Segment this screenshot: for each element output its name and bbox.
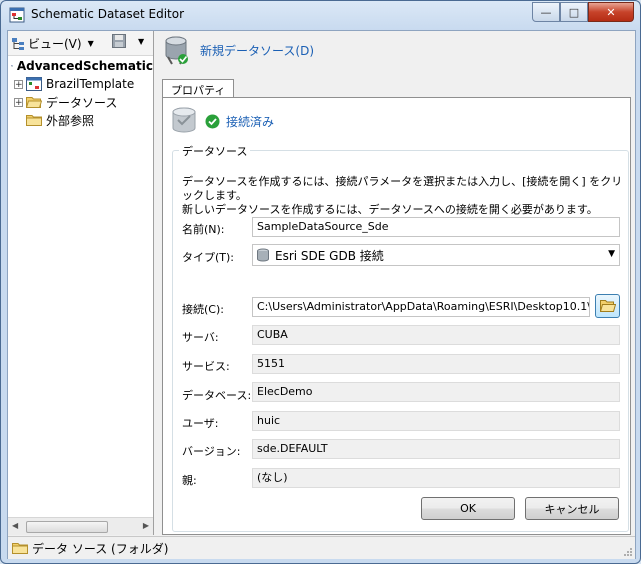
sde-database-icon [257, 248, 269, 262]
chevron-down-icon: ▼ [87, 39, 94, 48]
title-bar[interactable]: Schematic Dataset Editor — □ ✕ [1, 1, 640, 29]
view-menu-button[interactable]: ビュー(V) ▼ [12, 35, 94, 52]
connection-input[interactable]: C:\Users\Administrator\AppData\Roaming\E… [252, 297, 590, 317]
group-title: データソース [179, 143, 251, 159]
window-controls: — □ ✕ [532, 2, 634, 22]
view-menu-label: ビュー(V) [28, 37, 82, 51]
connection-label: 接続(C): [182, 303, 224, 316]
resize-grip-icon[interactable] [623, 547, 633, 557]
cancel-button[interactable]: キャンセル [525, 497, 619, 520]
tree-item-external-reference[interactable]: 外部参照 [8, 111, 153, 129]
tree-item-label: BrazilTemplate [46, 77, 135, 91]
name-input[interactable]: SampleDataSource_Sde [252, 217, 620, 237]
schematic-dataset-icon [11, 65, 13, 67]
version-field: sde.DEFAULT [252, 439, 620, 459]
tree-item-label: 外部参照 [46, 113, 95, 128]
type-select[interactable]: Esri SDE GDB 接続 ▼ [252, 244, 620, 266]
schematic-app-icon [9, 7, 25, 23]
server-field: CUBA [252, 325, 620, 345]
description-line-2: 新しいデータソースを作成するには、データソースへの接続を開く必要があります。 [182, 203, 598, 216]
service-label: サービス: [182, 360, 230, 373]
window-title: Schematic Dataset Editor [31, 7, 185, 21]
properties-pane: 新規データソース(D) プロパティ 接続済み データソース データソースを作成す… [156, 31, 635, 535]
database-icon [172, 107, 196, 133]
tree-view: AdvancedSchematic + BrazilTemplate + データ… [8, 57, 153, 129]
scroll-right-icon[interactable]: ▶ [143, 521, 149, 530]
parent-label: 親: [182, 474, 197, 487]
folder-open-icon [26, 97, 42, 108]
tree-root-label: AdvancedSchematic [16, 59, 153, 73]
scrollbar-thumb[interactable] [26, 521, 108, 533]
minimize-button[interactable]: — [532, 2, 560, 22]
save-icon[interactable] [112, 34, 126, 48]
folder-open-icon [599, 300, 616, 312]
close-button[interactable]: ✕ [588, 2, 634, 22]
service-field: 5151 [252, 354, 620, 374]
type-select-value: Esri SDE GDB 接続 [275, 248, 384, 263]
tree-pane: ビュー(V) ▼ ▼ AdvancedSchematic + BrazilTem… [8, 31, 154, 535]
version-label: バージョン: [182, 445, 241, 458]
connection-status-label: 接続済み [226, 114, 275, 129]
description-line-1: データソースを作成するには、接続パラメータを選択または入力し、[接続を開く] を… [182, 175, 623, 202]
connection-status: 接続済み [171, 106, 274, 136]
close-icon: ✕ [606, 5, 616, 19]
description: データソースを作成するには、接続パラメータを選択または入力し、[接続を開く] を… [182, 175, 627, 217]
user-label: ユーザ: [182, 417, 219, 430]
maximize-icon: □ [568, 5, 580, 19]
tree-root[interactable]: AdvancedSchematic [8, 57, 153, 75]
folder-icon [12, 543, 28, 554]
minimize-icon: — [540, 5, 552, 19]
server-label: サーバ: [182, 331, 219, 344]
database-label: データベース: [182, 389, 252, 402]
horizontal-scrollbar[interactable]: ◀ ▶ [8, 517, 153, 535]
status-bar: データ ソース (フォルダ) [8, 536, 635, 559]
new-datasource-icon [165, 36, 188, 65]
status-bar-label: データ ソース (フォルダ) [32, 541, 169, 556]
new-datasource-link[interactable]: 新規データソース(D) [162, 35, 314, 65]
maximize-button[interactable]: □ [560, 2, 588, 22]
expand-icon[interactable]: + [14, 97, 23, 107]
database-field: ElecDemo [252, 382, 620, 402]
client-area: ビュー(V) ▼ ▼ AdvancedSchematic + BrazilTem… [7, 30, 636, 559]
type-label: タイプ(T): [182, 251, 235, 264]
tree-toolbar: ビュー(V) ▼ ▼ [8, 31, 153, 56]
toolbar-overflow-icon[interactable]: ▼ [138, 37, 144, 46]
parent-field: (なし) [252, 468, 620, 488]
scroll-left-icon[interactable]: ◀ [12, 521, 18, 530]
tree-item-datasource[interactable]: + データソース [8, 93, 153, 111]
tree-item-label: データソース [46, 95, 118, 110]
properties-panel: 接続済み データソース データソースを作成するには、接続パラメータを選択または入… [162, 97, 631, 535]
folder-icon [26, 115, 42, 126]
view-icon [12, 37, 24, 50]
connected-check-icon [205, 114, 220, 128]
chevron-down-icon[interactable]: ▼ [608, 249, 615, 259]
ok-button[interactable]: OK [421, 497, 515, 520]
app-window: Schematic Dataset Editor — □ ✕ ビュー(V) ▼ [0, 0, 641, 564]
user-field: huic [252, 411, 620, 431]
new-datasource-label: 新規データソース(D) [200, 43, 315, 58]
browse-connection-button[interactable] [595, 294, 620, 318]
datasource-group: データソース データソースを作成するには、接続パラメータを選択または入力し、[接… [172, 143, 629, 532]
expand-icon[interactable]: + [14, 79, 23, 89]
tree-item-brazil-template[interactable]: + BrazilTemplate [8, 75, 153, 93]
schematic-template-icon [26, 77, 42, 91]
name-label: 名前(N): [182, 223, 225, 236]
